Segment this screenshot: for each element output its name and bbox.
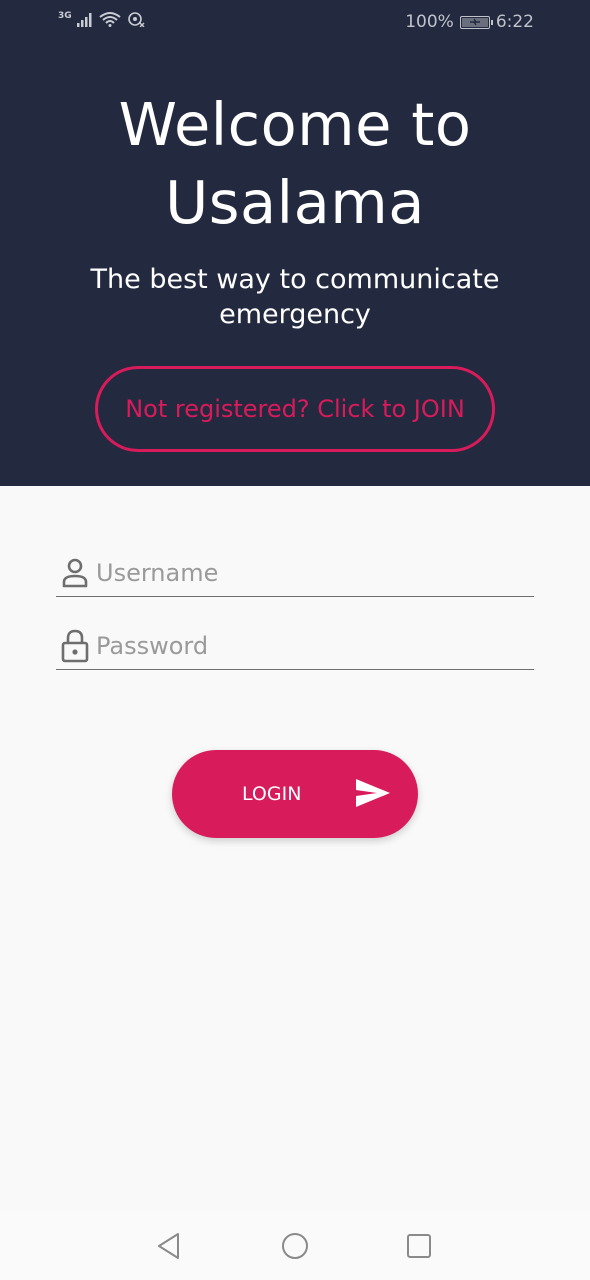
clock: 6:22 [495,12,534,32]
tagline: The best way to communicate emergency [90,264,500,330]
home-icon[interactable] [279,1230,311,1262]
status-left: 3G [58,11,145,31]
signal-icon [76,12,93,31]
network-type: 3G [58,11,72,21]
status-right: 100% 6:22 [405,12,534,32]
username-input[interactable] [92,552,534,593]
join-button[interactable]: Not registered? Click to JOIN [95,366,495,452]
person-icon [58,556,92,590]
username-field[interactable] [56,549,534,597]
hotspot-icon [127,11,145,31]
system-nav-bar [0,1210,590,1280]
password-field[interactable] [56,622,534,670]
login-button[interactable]: LOGIN [172,750,418,838]
battery-icon [459,15,493,29]
welcome-title-line2: Usalama [165,168,425,237]
wifi-icon [98,11,122,31]
status-bar: 3G 100% 6:22 [0,0,590,46]
send-icon [355,777,391,814]
welcome-title-line1: Welcome to [118,90,472,159]
password-input[interactable] [92,625,534,666]
lock-icon [58,629,92,663]
header-panel: 3G 100% 6:22 Welcome to Usalama The best… [0,0,590,486]
battery-percent: 100% [405,12,454,32]
login-button-label: LOGIN [242,783,302,805]
recents-icon[interactable] [403,1230,435,1262]
welcome-title: Welcome to Usalama [0,86,590,242]
back-icon[interactable] [153,1230,185,1262]
